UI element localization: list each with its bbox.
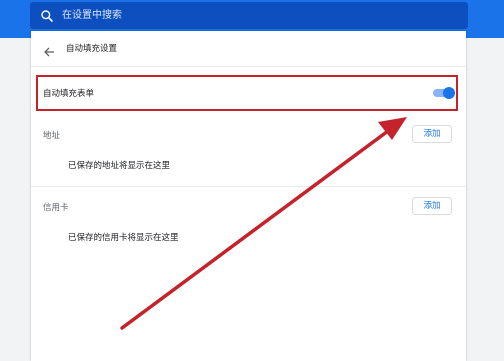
divider bbox=[31, 186, 466, 187]
add-credit-card-button[interactable]: 添加 bbox=[412, 197, 452, 215]
credit-cards-label: 信用卡 bbox=[43, 203, 69, 213]
search-placeholder: 在设置中搜索 bbox=[62, 10, 122, 21]
search-input[interactable]: 在设置中搜索 bbox=[30, 2, 468, 29]
addresses-label: 地址 bbox=[43, 131, 61, 141]
annotation-highlight-box bbox=[36, 75, 458, 111]
page-title: 自动填充设置 bbox=[66, 44, 118, 54]
add-address-button[interactable]: 添加 bbox=[412, 125, 452, 143]
search-icon bbox=[40, 8, 54, 22]
divider bbox=[31, 66, 466, 67]
credit-cards-empty-text: 已保存的信用卡将显示在这里 bbox=[68, 233, 179, 243]
addresses-empty-text: 已保存的地址将显示在这里 bbox=[68, 161, 171, 171]
arrow-left-icon[interactable] bbox=[43, 43, 55, 57]
